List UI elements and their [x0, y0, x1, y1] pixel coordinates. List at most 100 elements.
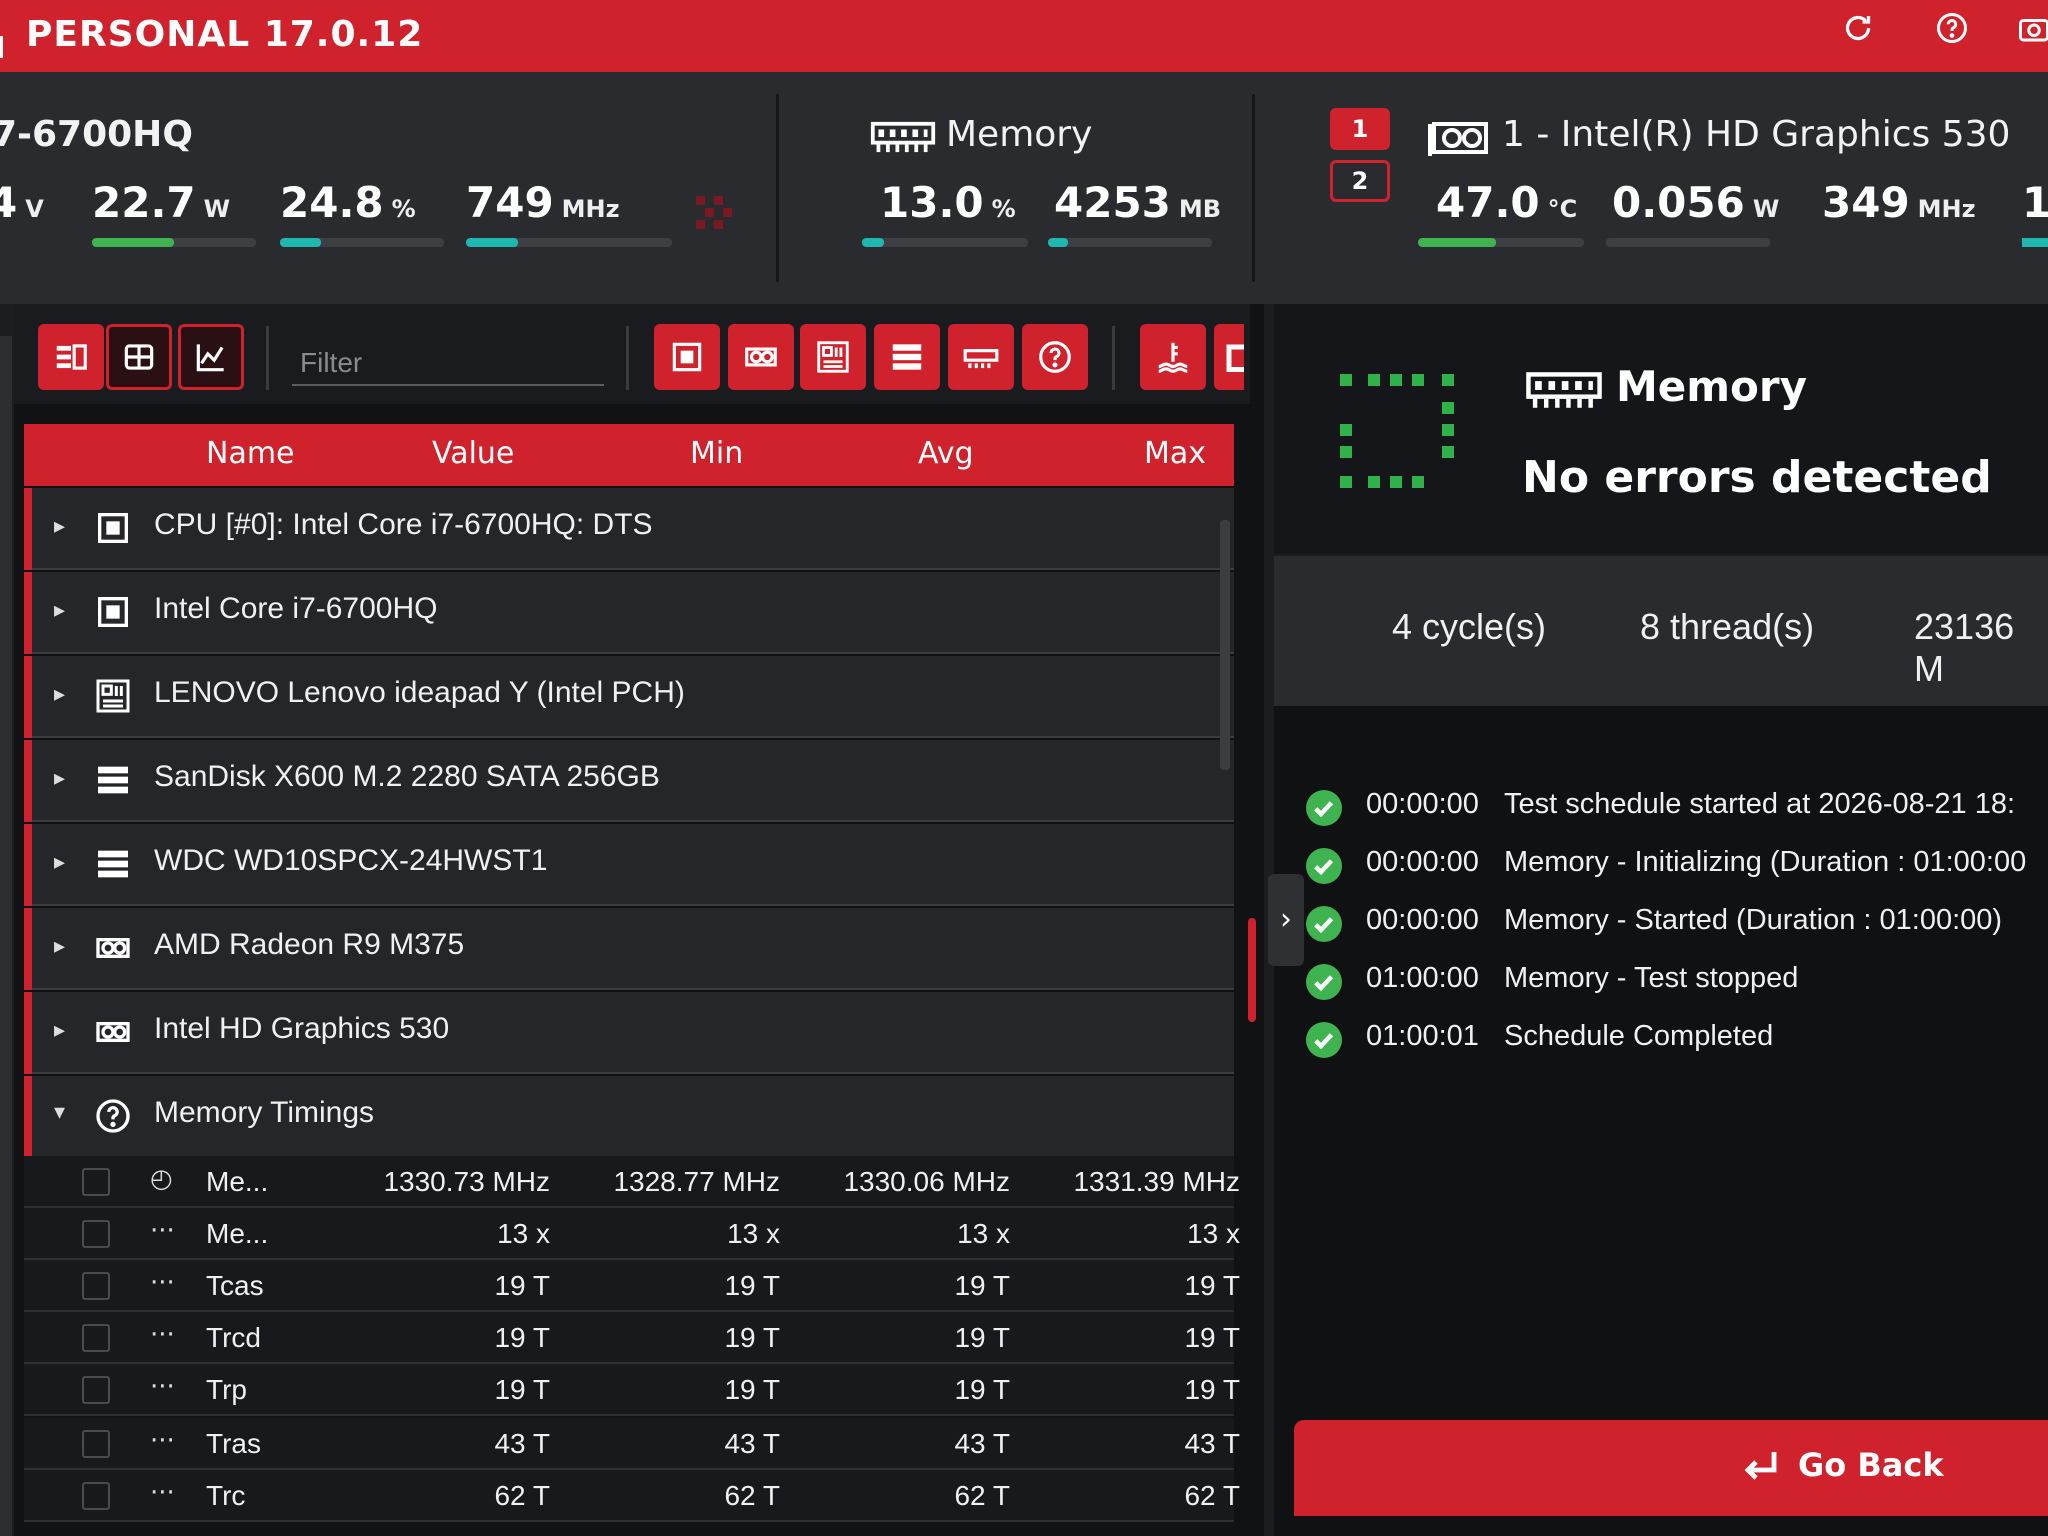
chart-view-icon [196, 344, 224, 372]
gpu-next-stat-fragment: 1 [2022, 178, 2048, 258]
cpu-icon [92, 592, 136, 632]
chart-view-button[interactable] [178, 324, 244, 390]
row-checkbox[interactable] [82, 1430, 110, 1458]
grid-view-button[interactable] [106, 324, 172, 390]
column-min[interactable]: Min [690, 436, 743, 471]
list-view-icon [56, 344, 87, 370]
return-arrow-icon [1744, 1452, 1777, 1480]
camera-icon[interactable] [2014, 10, 2048, 50]
collapse-caret-icon[interactable]: ▾ [54, 1100, 65, 1125]
panel-splitter-handle[interactable] [1248, 918, 1256, 1022]
group-label: Intel HD Graphics 530 [154, 1012, 450, 1045]
check-circle-icon [1306, 1022, 1342, 1058]
refresh-icon[interactable] [1838, 10, 1878, 50]
table-row[interactable]: ··· Tras 43 T 43 T 43 T 43 T [24, 1418, 1240, 1470]
cpu-load: 24.8% [280, 178, 444, 258]
column-name[interactable]: Name [206, 436, 295, 471]
gauge-icon: ◴ [150, 1164, 173, 1194]
expand-caret-icon[interactable]: ▸ [54, 598, 65, 623]
test-amount: 23136 M [1914, 606, 2015, 689]
gpu-power: 0.056 W [1606, 178, 1779, 258]
expand-caret-icon[interactable]: ▸ [54, 514, 65, 539]
help-icon [1039, 341, 1071, 373]
gpu-filter-button[interactable] [728, 324, 794, 390]
group-row-motherboard[interactable]: ▸ LENOVO Lenovo ideapad Y (Intel PCH) [24, 656, 1234, 738]
group-row-memory-timings[interactable]: ▾ Memory Timings [24, 1076, 1234, 1158]
memory-icon [870, 120, 936, 156]
column-max[interactable]: Max [1144, 436, 1206, 471]
temperature-icon [1158, 342, 1188, 373]
test-progress-icon [1338, 372, 1456, 490]
help-icon [92, 1096, 136, 1136]
cpu-more-icon[interactable] [696, 196, 732, 232]
table-scrollbar[interactable] [1220, 520, 1230, 770]
gpu-clock: 349 MHz [1822, 178, 1976, 227]
table-row[interactable]: ◴ Me... 1330.73 MHz 1328.77 MHz 1330.06 … [24, 1156, 1240, 1208]
gpu-icon [92, 928, 136, 968]
gpu-icon [92, 1012, 136, 1052]
other-filter-button[interactable] [1022, 324, 1088, 390]
table-row[interactable]: ··· Trcd 19 T 19 T 19 T 19 T [24, 1312, 1240, 1364]
table-row[interactable]: ··· Tcas 19 T 19 T 19 T 19 T [24, 1260, 1240, 1312]
go-back-button[interactable]: Go Back [1294, 1420, 2048, 1516]
motherboard-filter-button[interactable] [800, 324, 866, 390]
list-view-button[interactable] [38, 324, 104, 390]
cpu-clock: 749 MHz [466, 178, 672, 258]
table-header: Name Value Min Avg Max [24, 424, 1234, 486]
group-row-ssd[interactable]: ▸ SanDisk X600 M.2 2280 SATA 256GB [24, 740, 1234, 822]
gpu-tab-1[interactable]: 1 [1330, 108, 1390, 150]
gpu-tab-2[interactable]: 2 [1330, 160, 1390, 202]
group-row-cpu-dts[interactable]: ▸ CPU [#0]: Intel Core i7-6700HQ: DTS [24, 488, 1234, 570]
gpu-icon [1426, 118, 1490, 158]
storage-filter-button[interactable] [874, 324, 940, 390]
group-label: Intel Core i7-6700HQ [154, 592, 438, 625]
expand-caret-icon[interactable]: ▸ [54, 682, 65, 707]
row-checkbox[interactable] [82, 1220, 110, 1248]
group-label: LENOVO Lenovo ideapad Y (Intel PCH) [154, 676, 685, 709]
temperature-filter-button[interactable] [1140, 324, 1206, 390]
test-log-panel [1274, 706, 2048, 1536]
app-logo-fragment [0, 36, 6, 58]
storage-icon [892, 344, 922, 370]
row-checkbox[interactable] [82, 1482, 110, 1510]
motherboard-icon [817, 341, 849, 373]
row-checkbox[interactable] [82, 1376, 110, 1404]
column-value[interactable]: Value [432, 436, 514, 471]
help-icon[interactable] [1932, 10, 1972, 50]
cpu-clock-bar [466, 238, 518, 247]
group-row-amd-gpu[interactable]: ▸ AMD Radeon R9 M375 [24, 908, 1234, 990]
memory-usage: 13.0% [862, 178, 1046, 258]
group-label: SanDisk X600 M.2 2280 SATA 256GB [154, 760, 660, 793]
cpu-title: 7-6700HQ [0, 114, 193, 155]
group-row-cpu[interactable]: ▸ Intel Core i7-6700HQ [24, 572, 1234, 654]
table-row[interactable]: ··· Me... 13 x 13 x 13 x 13 x [24, 1208, 1240, 1260]
group-label: WDC WD10SPCX-24HWST1 [154, 844, 548, 877]
gpu-temperature: 47.0 °C [1418, 178, 1602, 258]
expand-caret-icon[interactable]: ▸ [54, 766, 65, 791]
row-checkbox[interactable] [82, 1168, 110, 1196]
row-checkbox[interactable] [82, 1272, 110, 1300]
expand-caret-icon[interactable]: ▸ [54, 1018, 65, 1043]
group-row-hdd[interactable]: ▸ WDC WD10SPCX-24HWST1 [24, 824, 1234, 906]
cpu-voltage: 4V [0, 178, 44, 227]
test-threads: 8 thread(s) [1640, 606, 1815, 647]
battery-filter-button[interactable] [1214, 324, 1244, 390]
row-checkbox[interactable] [82, 1324, 110, 1352]
column-avg[interactable]: Avg [918, 436, 974, 471]
table-row[interactable]: ··· Trp 19 T 19 T 19 T 19 T [24, 1364, 1240, 1416]
group-row-intel-gpu[interactable]: ▸ Intel HD Graphics 530 [24, 992, 1234, 1074]
expand-caret-icon[interactable]: ▸ [54, 934, 65, 959]
toolbar-divider [626, 326, 629, 390]
test-component-title: Memory [1616, 362, 1807, 411]
table-row[interactable]: ··· Trc 62 T 62 T 62 T 62 T [24, 1470, 1240, 1522]
cpu-filter-button[interactable] [654, 324, 720, 390]
filter-input[interactable] [292, 342, 604, 386]
cpu-power-bar [92, 238, 174, 247]
expand-caret-icon[interactable]: ▸ [54, 850, 65, 875]
dots-icon: ··· [150, 1372, 175, 1402]
dots-icon: ··· [150, 1268, 175, 1298]
memory-icon [963, 349, 999, 369]
memory-filter-button[interactable] [948, 324, 1014, 390]
collapse-panel-button[interactable]: › [1268, 874, 1304, 966]
memory-icon [1522, 370, 1606, 410]
